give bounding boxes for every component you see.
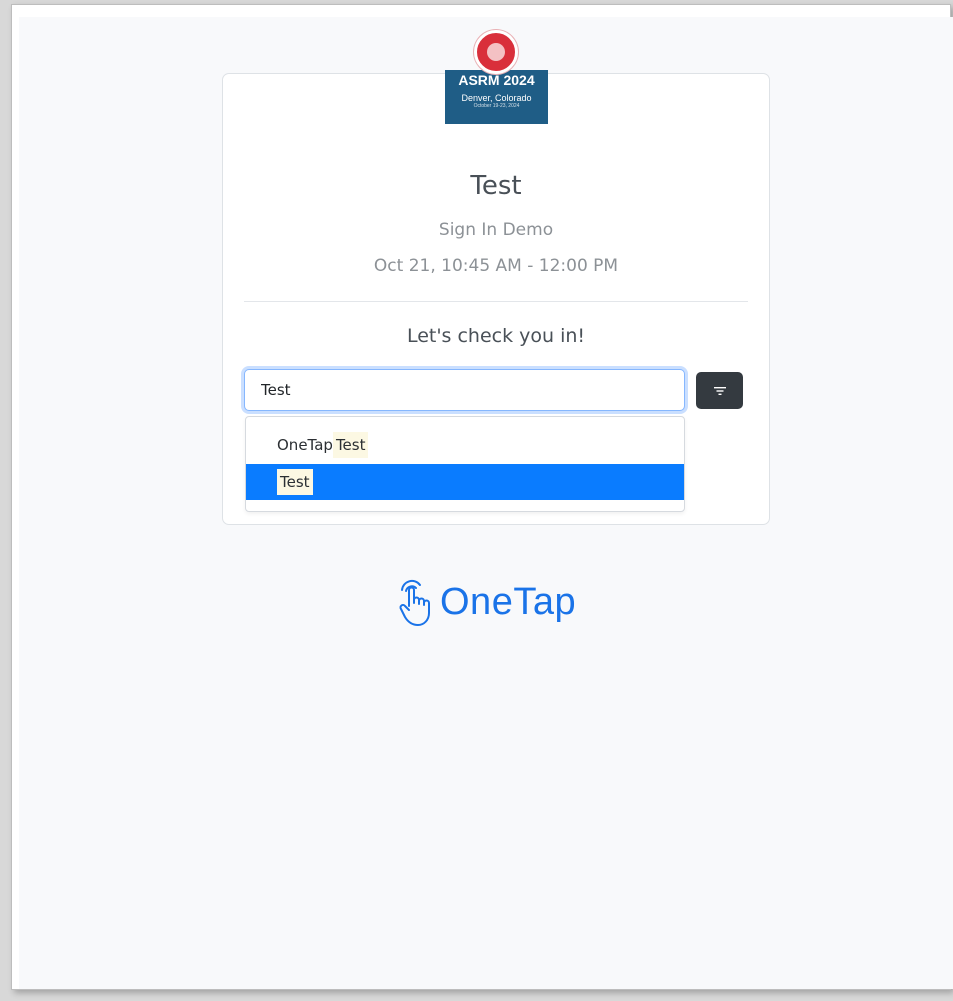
tap-hand-icon bbox=[399, 579, 430, 626]
session-subtitle: Sign In Demo bbox=[438, 220, 554, 240]
filter-button[interactable] bbox=[696, 372, 743, 409]
brand-logo: OneTap bbox=[396, 576, 576, 628]
autocomplete-option[interactable]: OneTap Test bbox=[246, 427, 684, 463]
event-logo-tagline bbox=[445, 88, 548, 94]
event-logo-badge: ASRM 2024 Denver, Colorado October 19-23… bbox=[445, 70, 548, 124]
divider bbox=[244, 301, 748, 302]
session-title: Test bbox=[470, 171, 522, 201]
autocomplete-dropdown: OneTap Test Test bbox=[245, 416, 685, 512]
option-prefix: OneTap bbox=[277, 436, 333, 454]
filter-icon bbox=[713, 386, 726, 395]
autocomplete-option-selected[interactable]: Test bbox=[246, 464, 684, 500]
event-logo: ASRM 2024 Denver, Colorado October 19-23… bbox=[445, 28, 548, 124]
event-logo-emblem bbox=[474, 30, 518, 74]
option-match-highlight: Test bbox=[332, 432, 369, 458]
event-logo-dates: October 19-23, 2024 bbox=[473, 103, 520, 109]
event-logo-location: Denver, Colorado bbox=[461, 93, 532, 103]
brand-name: OneTap bbox=[440, 580, 577, 623]
session-datetime: Oct 21, 10:45 AM - 12:00 PM bbox=[373, 256, 619, 276]
attendee-search-input[interactable] bbox=[244, 369, 685, 411]
emblem-inner-icon bbox=[487, 43, 505, 61]
option-match-highlight: Test bbox=[277, 469, 313, 495]
checkin-prompt: Let's check you in! bbox=[406, 325, 586, 347]
